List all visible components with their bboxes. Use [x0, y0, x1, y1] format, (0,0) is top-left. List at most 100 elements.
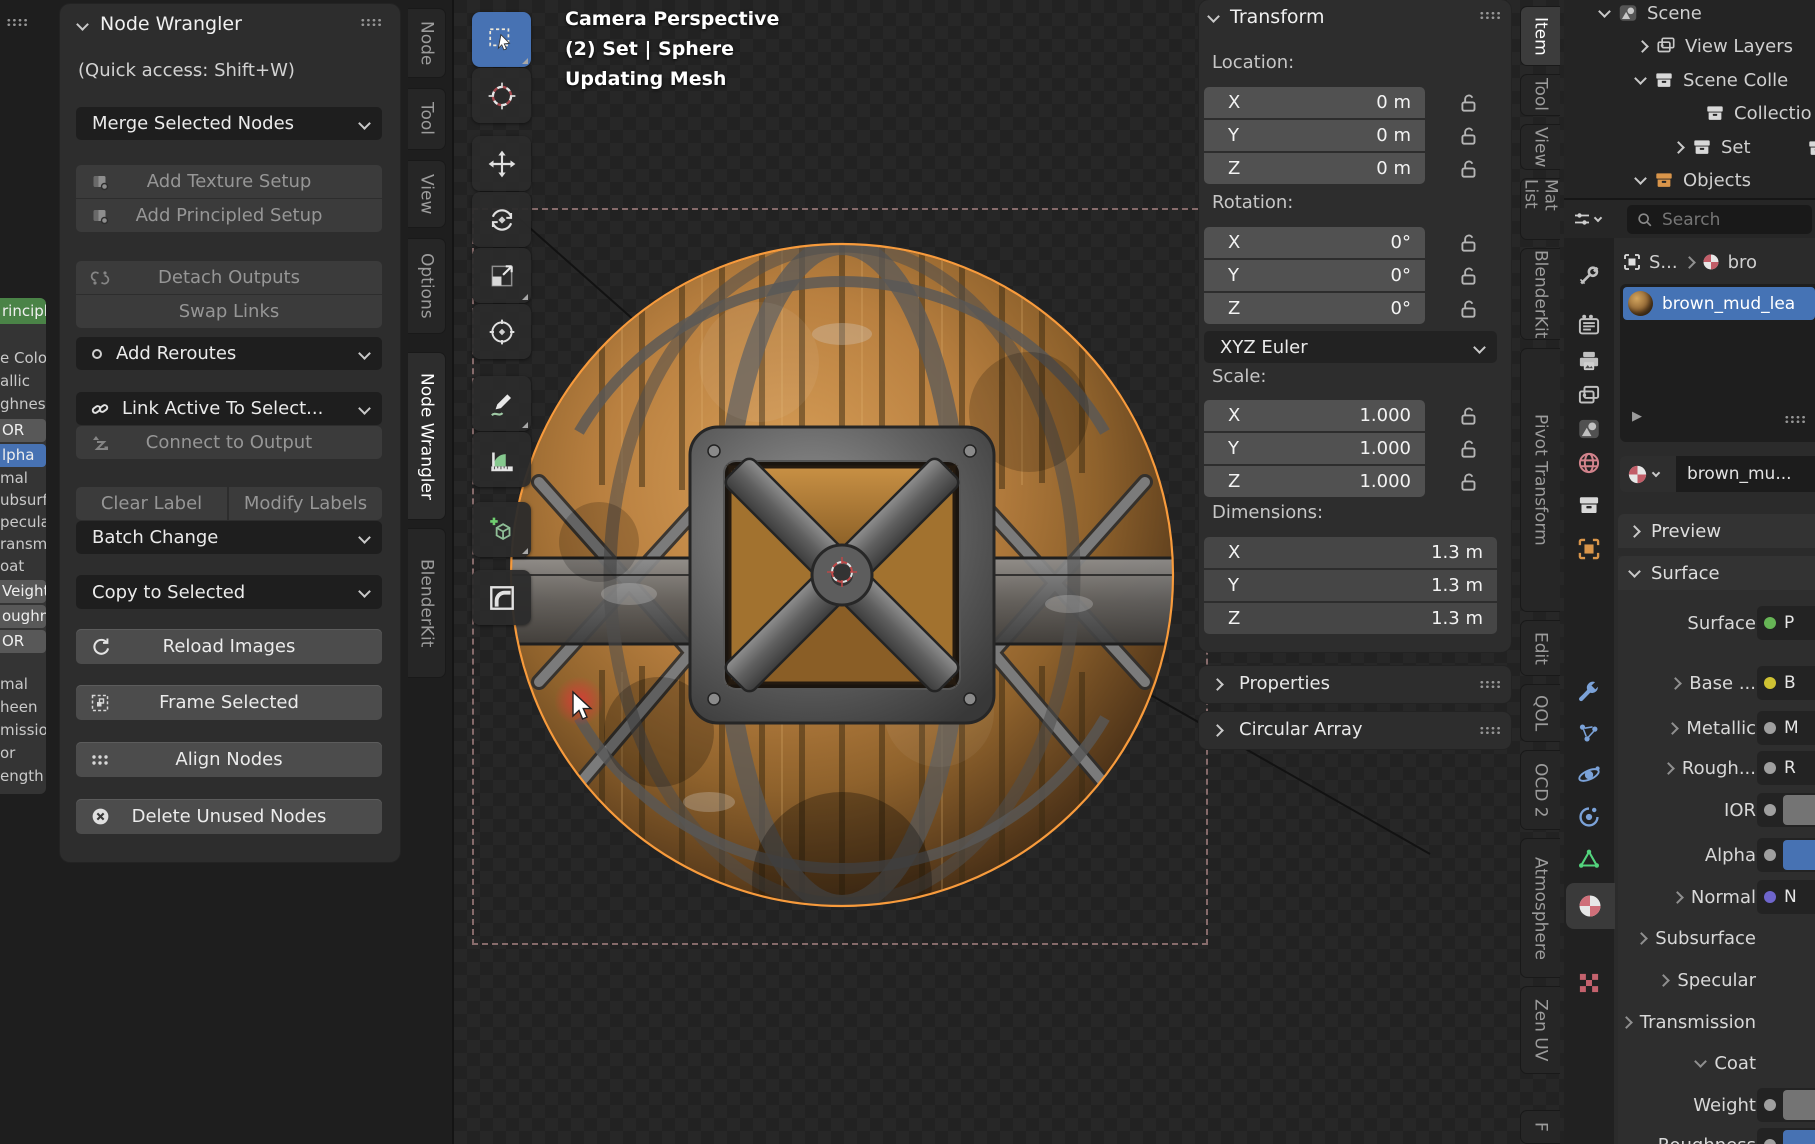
- panel-drag-handle[interactable]: [1784, 415, 1806, 424]
- tab-ocd2[interactable]: OCD 2: [1520, 750, 1560, 830]
- unlock-icon[interactable]: [1458, 405, 1480, 427]
- slot-specials-button[interactable]: ▶: [1632, 409, 1642, 424]
- chevron-right-icon[interactable]: [1671, 891, 1684, 904]
- collapse-chevron-icon[interactable]: [76, 18, 89, 31]
- search-field[interactable]: [1627, 205, 1812, 234]
- render-properties-tab-icon[interactable]: [1576, 312, 1602, 338]
- roughness-field[interactable]: R: [1757, 751, 1815, 785]
- tool-transform[interactable]: [472, 304, 531, 359]
- tab-item-active[interactable]: Item: [1520, 6, 1560, 66]
- add-principled-setup-button[interactable]: Add Principled Setup: [76, 199, 382, 232]
- modify-labels-button[interactable]: Modify Labels: [229, 487, 382, 520]
- editor-handle-dots[interactable]: [6, 18, 28, 27]
- link-active-to-selected-dropdown[interactable]: Link Active To Select...: [76, 392, 382, 425]
- surface-shader-field[interactable]: P: [1757, 606, 1815, 640]
- material-properties-tab-icon[interactable]: [1576, 892, 1604, 920]
- view-layer-properties-tab-icon[interactable]: [1576, 383, 1602, 409]
- clear-label-button[interactable]: Clear Label: [76, 487, 227, 520]
- unlock-icon[interactable]: [1458, 232, 1480, 254]
- ior-slider[interactable]: [1757, 793, 1815, 827]
- tab-view-right[interactable]: View: [1520, 124, 1560, 170]
- scale-y-field[interactable]: Y1.000: [1204, 433, 1425, 464]
- unlock-icon[interactable]: [1458, 265, 1480, 287]
- base-color-field[interactable]: B: [1757, 666, 1815, 700]
- circular-array-collapsed-panel[interactable]: Circular Array: [1199, 712, 1511, 749]
- rotation-y-field[interactable]: Y0°: [1204, 260, 1425, 291]
- unlock-icon[interactable]: [1458, 92, 1480, 114]
- rotation-z-field[interactable]: Z0°: [1204, 293, 1425, 324]
- panel-drag-handle[interactable]: [1479, 726, 1501, 735]
- detach-outputs-button[interactable]: Detach Outputs: [76, 261, 382, 294]
- delete-unused-nodes-button[interactable]: Delete Unused Nodes: [76, 799, 382, 834]
- batch-change-dropdown[interactable]: Batch Change: [76, 521, 382, 554]
- breadcrumb-object[interactable]: S...: [1649, 252, 1678, 273]
- node-value-field-selected[interactable]: lpha: [0, 444, 46, 467]
- world-properties-tab-icon[interactable]: [1576, 450, 1602, 476]
- output-properties-tab-icon[interactable]: [1576, 348, 1602, 374]
- location-z-field[interactable]: Z0 m: [1204, 153, 1425, 184]
- chevron-right-icon[interactable]: [1636, 40, 1649, 53]
- swap-links-button[interactable]: Swap Links: [76, 295, 382, 328]
- tab-tool-right[interactable]: Tool: [1520, 74, 1560, 116]
- chevron-down-icon[interactable]: [1634, 72, 1647, 85]
- chevron-down-icon[interactable]: [1694, 1055, 1707, 1068]
- panel-drag-handle[interactable]: [360, 18, 382, 27]
- dimensions-z-field[interactable]: Z1.3 m: [1204, 603, 1497, 634]
- subsurface-row[interactable]: Subsurface: [1618, 921, 1756, 955]
- outliner-row-scene[interactable]: Scene: [1600, 1, 1702, 25]
- tab-zen-uv[interactable]: Zen UV: [1520, 986, 1560, 1074]
- copy-to-selected-dropdown[interactable]: Copy to Selected: [76, 575, 382, 609]
- chevron-right-icon[interactable]: [1635, 932, 1648, 945]
- outliner-row-view-layers[interactable]: View Layers: [1638, 34, 1793, 58]
- unlock-icon[interactable]: [1458, 298, 1480, 320]
- scale-x-field[interactable]: X1.000: [1204, 400, 1425, 431]
- dimensions-y-field[interactable]: Y1.3 m: [1204, 570, 1497, 601]
- panel-drag-handle[interactable]: [1479, 11, 1501, 20]
- material-name-field[interactable]: brown_mu...: [1676, 456, 1815, 492]
- tool-cursor[interactable]: [472, 68, 531, 123]
- location-y-field[interactable]: Y0 m: [1204, 120, 1425, 151]
- chevron-right-icon[interactable]: [1667, 722, 1680, 735]
- constraints-properties-tab-icon[interactable]: [1576, 804, 1602, 830]
- principled-node-clipped[interactable]: rincipled e Color allic ghness OR lpha m…: [0, 298, 46, 794]
- tab-atmosphere[interactable]: Atmosphere: [1520, 838, 1560, 978]
- unlock-icon[interactable]: [1458, 471, 1480, 493]
- chevron-down-icon[interactable]: [1598, 5, 1611, 18]
- unlock-icon[interactable]: [1458, 158, 1480, 180]
- surface-panel-header[interactable]: Surface: [1618, 556, 1815, 590]
- scale-z-field[interactable]: Z1.000: [1204, 466, 1425, 497]
- chevron-right-icon[interactable]: [1662, 762, 1675, 775]
- outliner-row-scene-collection[interactable]: Scene Colle: [1636, 68, 1788, 92]
- modifier-properties-tab-icon[interactable]: [1576, 679, 1602, 705]
- tool-measure[interactable]: [472, 432, 531, 487]
- tool-properties-tab-icon[interactable]: [1576, 262, 1602, 288]
- collapse-chevron-icon[interactable]: [1207, 10, 1220, 23]
- chevron-right-icon[interactable]: [1657, 974, 1670, 987]
- base-color-row[interactable]: Base ...: [1618, 666, 1756, 700]
- tab-partial[interactable]: F: [1520, 1110, 1560, 1144]
- dimensions-x-field[interactable]: X1.3 m: [1204, 537, 1497, 568]
- outliner-row-objects[interactable]: Objects: [1636, 168, 1751, 192]
- rotation-x-field[interactable]: X0°: [1204, 227, 1425, 258]
- unlock-icon[interactable]: [1458, 125, 1480, 147]
- node-value-field[interactable]: oughnes: [0, 605, 46, 628]
- location-x-field[interactable]: X0 m: [1204, 87, 1425, 118]
- outliner-row-collection[interactable]: Collectio: [1704, 101, 1812, 125]
- normal-row[interactable]: Normal: [1618, 880, 1756, 914]
- object-data-properties-tab-icon[interactable]: [1576, 846, 1602, 872]
- object-properties-tab-icon[interactable]: [1576, 536, 1602, 562]
- node-value-field[interactable]: OR: [0, 630, 46, 653]
- tool-add-cube[interactable]: [472, 502, 531, 557]
- search-input[interactable]: [1662, 210, 1782, 230]
- editor-type-dropdown[interactable]: [1568, 205, 1612, 233]
- coat-roughness-slider[interactable]: [1757, 1128, 1815, 1144]
- merge-selected-nodes-dropdown[interactable]: Merge Selected Nodes: [76, 107, 382, 140]
- node-value-field[interactable]: Veight: [0, 580, 46, 603]
- tool-box-select[interactable]: [472, 12, 531, 67]
- tab-node-wrangler-active[interactable]: Node Wrangler: [408, 352, 446, 520]
- properties-collapsed-panel[interactable]: Properties: [1199, 666, 1511, 703]
- breadcrumb-material[interactable]: bro: [1728, 252, 1757, 273]
- add-reroutes-dropdown[interactable]: Add Reroutes: [76, 337, 382, 370]
- roughness-row[interactable]: Rough...: [1618, 751, 1756, 785]
- tab-pivot-transform[interactable]: Pivot Transform: [1520, 348, 1560, 612]
